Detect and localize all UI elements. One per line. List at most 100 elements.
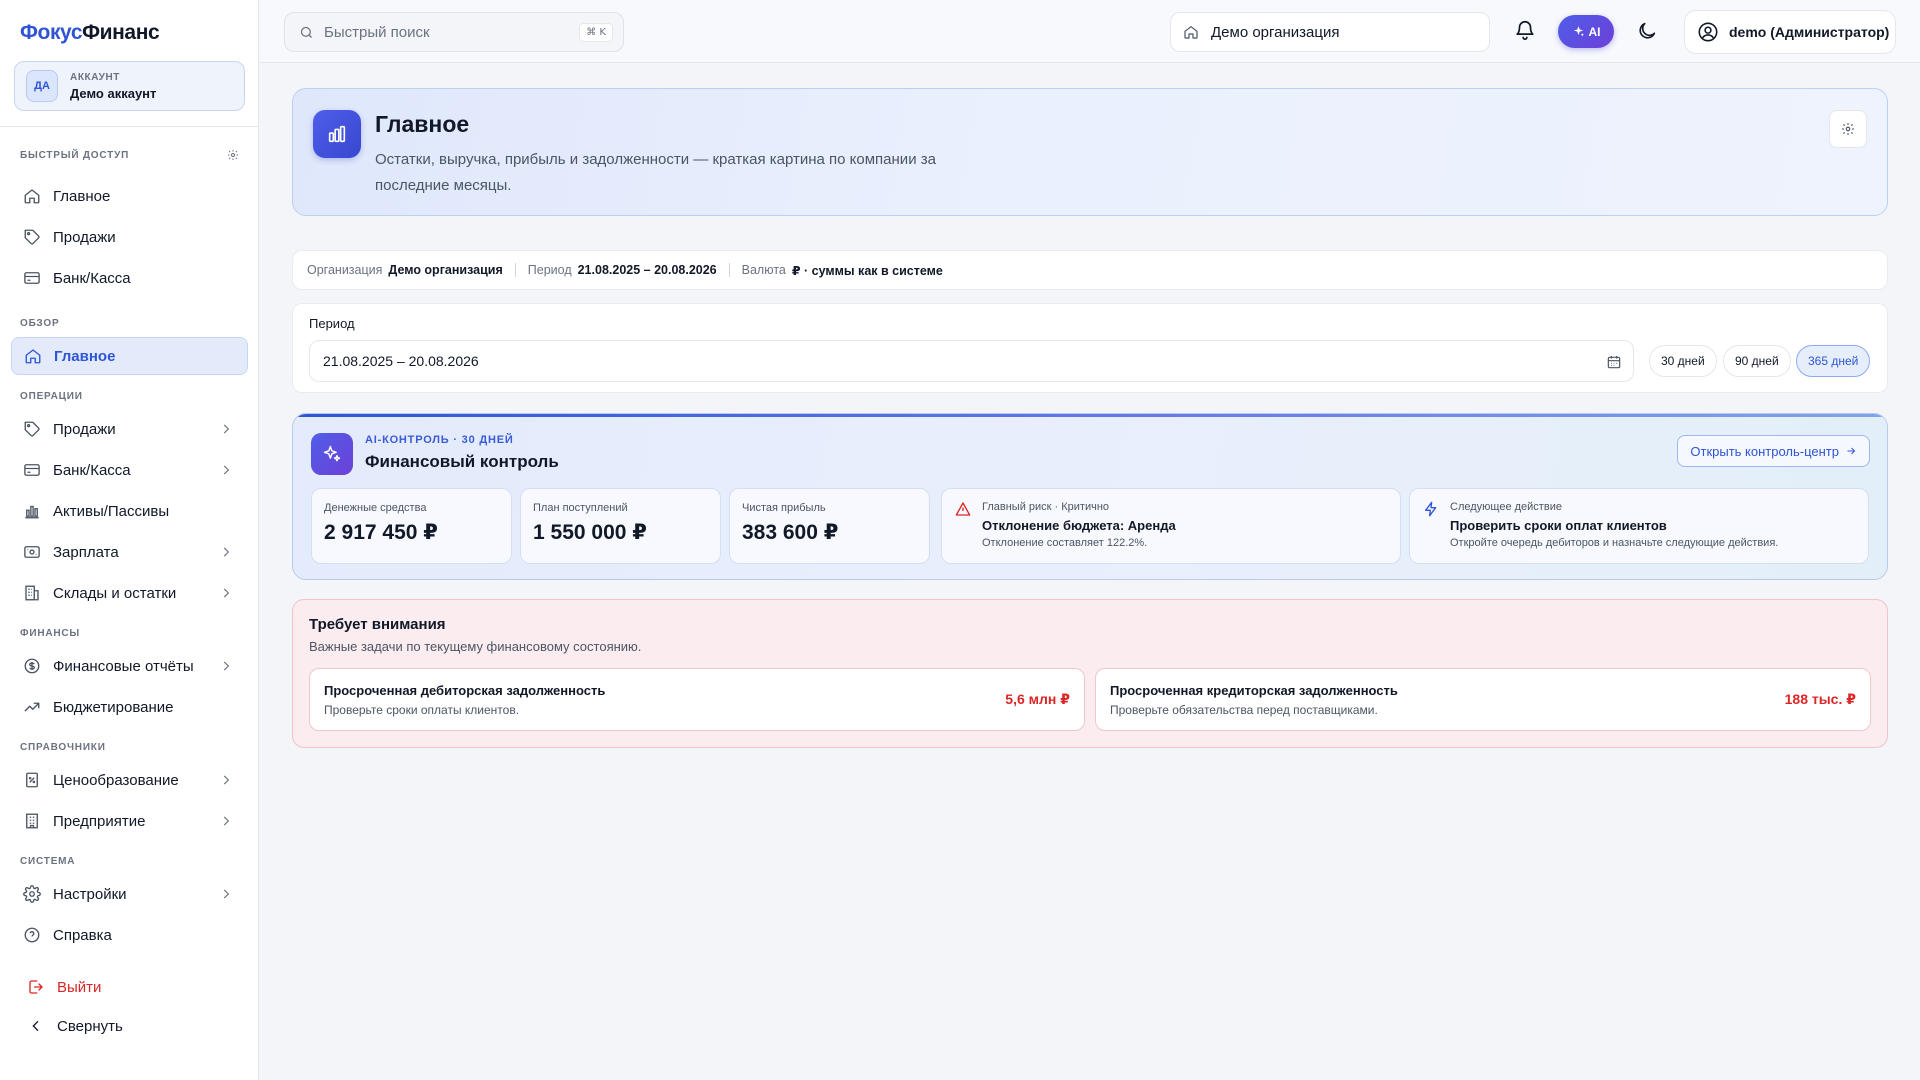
section-label-system: СИСТЕМА (20, 856, 76, 867)
page-settings-button[interactable] (1829, 110, 1867, 148)
search-box[interactable]: Быстрый поиск ⌘ K (284, 12, 624, 52)
metric-label: Чистая прибыль (742, 502, 826, 514)
chevron-right-icon (219, 887, 233, 901)
account-avatar: ДА (26, 70, 58, 102)
ai-control-panel: AI-КОНТРОЛЬ · 30 ДНЕЙ Финансовый контрол… (292, 413, 1888, 580)
section-label-finance: ФИНАНСЫ (20, 628, 80, 639)
search-input[interactable]: Быстрый поиск (324, 24, 430, 41)
account-name: Демо аккаунт (70, 85, 157, 101)
chevron-right-icon (219, 422, 233, 436)
context-org-key: Организация (307, 263, 383, 277)
section-label-overview: ОБЗОР (20, 318, 60, 329)
attention-item-receivables[interactable]: Просроченная дебиторская задолженность П… (309, 668, 1085, 731)
page-title: Главное (375, 111, 470, 137)
dark-mode-moon-icon[interactable] (1636, 20, 1658, 42)
logout-label: Выйти (57, 978, 102, 996)
notifications-bell-icon[interactable] (1514, 19, 1536, 41)
sidebar-item-salary[interactable]: Зарплата (11, 533, 248, 571)
sidebar-item-bank[interactable]: Банк/Касса (11, 451, 248, 489)
logo-part-1: Фокус (20, 21, 83, 44)
dollar-circle-icon (22, 656, 42, 676)
trending-up-icon (22, 697, 42, 717)
date-range-input[interactable]: 21.08.2025 – 20.08.2026 (309, 340, 1634, 382)
logout-icon (26, 977, 46, 997)
quick-item-bank[interactable]: Банк/Касса (11, 259, 248, 297)
arrow-right-icon (1845, 445, 1857, 457)
quick-item-label: Продажи (53, 228, 116, 246)
home-icon (22, 186, 42, 206)
sidebar-item-label: Склады и остатки (53, 584, 177, 602)
gear-icon (1841, 122, 1855, 136)
sidebar-item-label: Бюджетирование (53, 698, 174, 716)
next-action-card[interactable]: Следующее действие Проверить сроки оплат… (1409, 488, 1869, 564)
sidebar-item-label: Финансовые отчёты (53, 657, 194, 675)
sidebar-item-enterprise[interactable]: Предприятие (11, 802, 248, 840)
context-separator (728, 263, 730, 277)
attention-title: Требует внимания (309, 616, 446, 633)
period-label: Период (309, 316, 355, 331)
user-menu-button[interactable]: demo (Администратор) (1684, 10, 1896, 54)
app-logo[interactable]: ФокусФинанс (20, 21, 160, 45)
logout-button[interactable]: Выйти (15, 968, 252, 1006)
sidebar-item-settings[interactable]: Настройки (11, 875, 248, 913)
context-currency-value: ₽ · суммы как в системе (791, 263, 943, 278)
sidebar-item-label: Справка (53, 926, 112, 944)
sidebar-item-label: Ценообразование (53, 771, 179, 789)
period-chip-30[interactable]: 30 дней (1649, 345, 1717, 377)
logo-part-2: Финанс (82, 21, 160, 44)
period-chip-90[interactable]: 90 дней (1723, 345, 1791, 377)
quick-item-sales[interactable]: Продажи (11, 218, 248, 256)
sidebar-item-label: Главное (54, 347, 116, 365)
next-action-description: Откройте очередь дебиторов и назначьте с… (1450, 537, 1779, 549)
chevron-right-icon (219, 545, 233, 559)
attention-item-value: 5,6 млн ₽ (1005, 691, 1070, 707)
attention-subtitle: Важные задачи по текущему финансовому со… (309, 639, 642, 654)
sidebar-item-budgeting[interactable]: Бюджетирование (11, 688, 248, 726)
sidebar-item-financial-reports[interactable]: Финансовые отчёты (11, 647, 248, 685)
payroll-icon (22, 542, 42, 562)
sidebar: ФокусФинанс ДА АККАУНТ Демо аккаунт БЫСТ… (0, 0, 259, 1080)
quick-item-label: Банк/Касса (53, 269, 131, 287)
collapse-label: Свернуть (57, 1017, 123, 1035)
calendar-icon[interactable] (1606, 354, 1622, 370)
sidebar-item-label: Настройки (53, 885, 127, 903)
topbar: Быстрый поиск ⌘ K Демо организация AI de… (260, 0, 1920, 63)
sidebar-item-warehouses[interactable]: Склады и остатки (11, 574, 248, 612)
account-switcher[interactable]: ДА АККАУНТ Демо аккаунт (14, 61, 245, 111)
collapse-sidebar-button[interactable]: Свернуть (15, 1007, 252, 1045)
metric-value: 2 917 450 ₽ (324, 521, 438, 544)
ai-assistant-button[interactable]: AI (1558, 15, 1614, 48)
sidebar-item-pricing[interactable]: Ценообразование (11, 761, 248, 799)
sidebar-item-sales[interactable]: Продажи (11, 410, 248, 448)
section-label-operations: ОПЕРАЦИИ (20, 391, 83, 402)
main-risk-card[interactable]: Главный риск · Критично Отклонение бюдже… (941, 488, 1401, 564)
chevron-left-icon (26, 1016, 46, 1036)
open-control-center-button[interactable]: Открыть контроль-центр (1677, 435, 1870, 467)
organization-selector[interactable]: Демо организация (1170, 12, 1490, 52)
next-action-kicker: Следующее действие (1450, 501, 1562, 513)
risk-title: Отклонение бюджета: Аренда (982, 518, 1176, 533)
attention-panel: Требует внимания Важные задачи по текуще… (292, 599, 1888, 748)
organization-name: Демо организация (1211, 23, 1340, 41)
sidebar-item-label: Продажи (53, 420, 116, 438)
quick-access-settings-icon[interactable] (227, 149, 239, 161)
sidebar-item-help[interactable]: Справка (11, 916, 248, 954)
chevron-right-icon (219, 659, 233, 673)
date-range-value: 21.08.2025 – 20.08.2026 (323, 353, 479, 369)
sidebar-item-home[interactable]: Главное (11, 337, 248, 375)
risk-description: Отклонение составляет 122.2%. (982, 537, 1148, 549)
chevron-right-icon (219, 586, 233, 600)
bar-chart-icon (313, 110, 361, 158)
sidebar-divider (0, 126, 259, 127)
quick-item-home[interactable]: Главное (11, 177, 248, 215)
office-icon (22, 811, 42, 831)
period-chip-365[interactable]: 365 дней (1796, 345, 1871, 377)
sparkle-icon (1572, 25, 1585, 38)
context-bar: Организация Демо организация Период 21.0… (292, 250, 1888, 290)
quick-item-label: Главное (53, 187, 111, 205)
sidebar-item-label: Предприятие (53, 812, 146, 830)
attention-item-payables[interactable]: Просроченная кредиторская задолженность … (1095, 668, 1871, 731)
sidebar-item-assets[interactable]: Активы/Пассивы (11, 492, 248, 530)
metric-cash: Денежные средства 2 917 450 ₽ (311, 488, 512, 564)
chevron-right-icon (219, 463, 233, 477)
